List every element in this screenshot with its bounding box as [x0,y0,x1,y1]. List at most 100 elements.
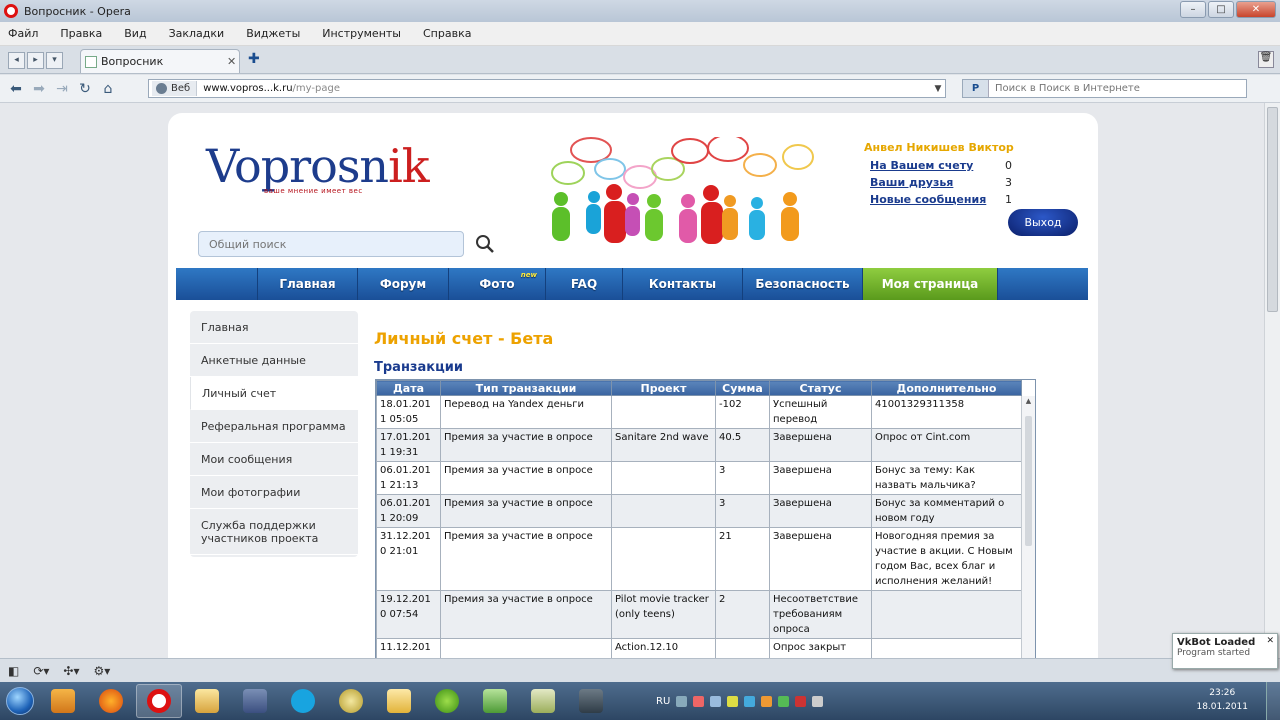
address-field[interactable]: Веб www.vopros...k.ru/my-page ▼ [148,79,946,98]
taskbar-app-icon[interactable] [328,684,374,718]
sidebar-item-photos[interactable]: Мои фотографии [190,476,358,509]
turbo-icon[interactable]: ✣▾ [63,664,79,678]
unite-icon[interactable]: ⚙▾ [94,664,111,678]
taskbar-folder-icon[interactable] [376,684,422,718]
menu-help[interactable]: Справка [423,27,471,40]
web-search-input[interactable] [995,83,1225,94]
language-indicator[interactable]: RU [656,696,670,707]
tab-history-icon[interactable]: ▾ [46,52,63,69]
menu-view[interactable]: Вид [124,27,146,40]
tray-mail-icon[interactable] [744,695,756,707]
tray-volume-icon[interactable] [812,695,824,707]
start-button[interactable] [0,683,40,719]
friends-row: Ваши друзья 3 [864,176,1012,189]
menu-bookmarks[interactable]: Закладки [169,27,225,40]
taskbar-icq-icon[interactable] [424,684,470,718]
menu-file[interactable]: Файл [8,27,38,40]
site-search-input[interactable] [198,231,464,257]
search-engine-icon[interactable]: P [963,80,989,97]
logout-button[interactable]: Выход [1008,209,1078,236]
fast-forward-icon[interactable]: ⇥ [54,81,70,97]
nav-faq[interactable]: FAQ [546,268,623,300]
taskbar-media-player-icon[interactable] [40,684,86,718]
table-scrollbar[interactable]: ▲ [1021,396,1035,658]
vkbot-notification[interactable]: VkBot Loaded Program started ✕ [1172,633,1278,669]
taskbar-notes-icon[interactable] [520,684,566,718]
sidebar-item-referral[interactable]: Реферальная программа [190,410,358,443]
nav-home[interactable]: Главная [258,268,358,300]
header-col-type: Тип транзакции [440,380,612,396]
taskbar-bot-icon[interactable] [568,684,614,718]
minimize-button[interactable]: – [1180,1,1206,18]
cell-col-amount: 2 [715,590,770,639]
site-page: Voprosnik ваше мнение имеет вес Общий по… [168,113,1098,658]
web-search-box[interactable]: P [962,79,1247,98]
search-icon[interactable] [472,231,498,257]
logo-text: Voprosn [206,139,389,193]
tray-sticky-icon[interactable] [727,695,739,707]
account-balance-link[interactable]: На Вашем счету [870,159,973,172]
site-logo[interactable]: Voprosnik ваше мнение имеет вес [206,143,430,195]
forward-icon[interactable]: ➡ [31,81,47,97]
new-badge: new [520,271,537,279]
scroll-up-icon[interactable]: ▲ [1022,396,1035,407]
panel-toggle-icon[interactable]: ◧ [8,664,19,678]
menu-edit[interactable]: Правка [60,27,102,40]
reload-icon[interactable]: ↻ [77,81,93,97]
tray-security-icon[interactable] [778,695,790,707]
home-icon[interactable]: ⌂ [100,81,116,97]
tray-network-icon[interactable] [710,695,722,707]
cell-col-status: Завершена [769,527,872,591]
sidebar-item-messages[interactable]: Мои сообщения [190,443,358,476]
tab-voprosnik[interactable]: Вопросник ✕ [80,49,240,73]
sidebar-item-home[interactable]: Главная [190,311,358,344]
nav-contacts[interactable]: Контакты [623,268,743,300]
opera-window: { "window": {"title": "Вопросник - Opera… [0,0,1280,720]
taskbar-recycle-icon[interactable] [472,684,518,718]
taskbar-skype-icon[interactable] [280,684,326,718]
menu-widgets[interactable]: Виджеты [246,27,300,40]
new-tab-icon[interactable]: ✚ [248,51,260,67]
transactions-table-container: Дата Тип транзакции Проект Сумма Статус Допол… [375,379,1036,658]
nav-forum[interactable]: Форум [358,268,449,300]
friends-link[interactable]: Ваши друзья [870,176,953,189]
closed-tabs-trash-icon[interactable]: 🗑 [1258,51,1274,68]
tray-antivirus-icon[interactable] [795,695,807,707]
back-icon[interactable]: ⬅ [8,81,24,97]
taskbar-firefox-icon[interactable] [88,684,134,718]
tray-clock[interactable]: 23:26 18.01.2011 [1196,686,1248,714]
page-scrollbar[interactable] [1264,103,1280,658]
sync-icon[interactable]: ⟳▾ [33,664,49,678]
new-messages-link[interactable]: Новые сообщения [870,193,986,206]
address-dropdown-icon[interactable]: ▼ [931,84,945,94]
taskbar-save-icon[interactable] [232,684,278,718]
maximize-button[interactable]: □ [1208,1,1234,18]
tray-opera-icon[interactable] [693,695,705,707]
table-scroll-thumb[interactable] [1025,416,1032,546]
show-desktop-button[interactable] [1266,682,1280,720]
menu-tools[interactable]: Инструменты [322,27,401,40]
url-host: www.vopros...k.ru [203,83,293,94]
site-info-badge[interactable]: Веб [152,81,198,96]
cell-col-status: Завершена [769,494,872,528]
nav-photo[interactable]: Фото new [449,268,546,300]
page-scroll-thumb[interactable] [1267,107,1278,312]
close-button[interactable]: ✕ [1236,1,1276,18]
taskbar-explorer-icon[interactable] [184,684,230,718]
tray-update-icon[interactable] [761,695,773,707]
cell-col-type: Премия за участие в опросе [440,590,612,639]
tab-forward-icon[interactable]: ▸ [27,52,44,69]
globe-icon [156,83,167,94]
sidebar-item-account[interactable]: Личный счет [190,377,358,410]
nav-my-page[interactable]: Моя страница [863,268,998,300]
taskbar-opera-icon[interactable] [136,684,182,718]
url-text[interactable]: www.vopros...k.ru/my-page [203,83,931,94]
tab-close-icon[interactable]: ✕ [227,55,239,68]
sidebar-item-support[interactable]: Служба поддержки участников проекта [190,509,358,555]
tab-back-icon[interactable]: ◂ [8,52,25,69]
sidebar-item-profile[interactable]: Анкетные данные [190,344,358,377]
nav-security[interactable]: Безопасность [743,268,863,300]
tray-help-icon[interactable] [676,695,688,707]
cell-col-status: Завершена [769,428,872,462]
notification-close-icon[interactable]: ✕ [1266,636,1274,646]
